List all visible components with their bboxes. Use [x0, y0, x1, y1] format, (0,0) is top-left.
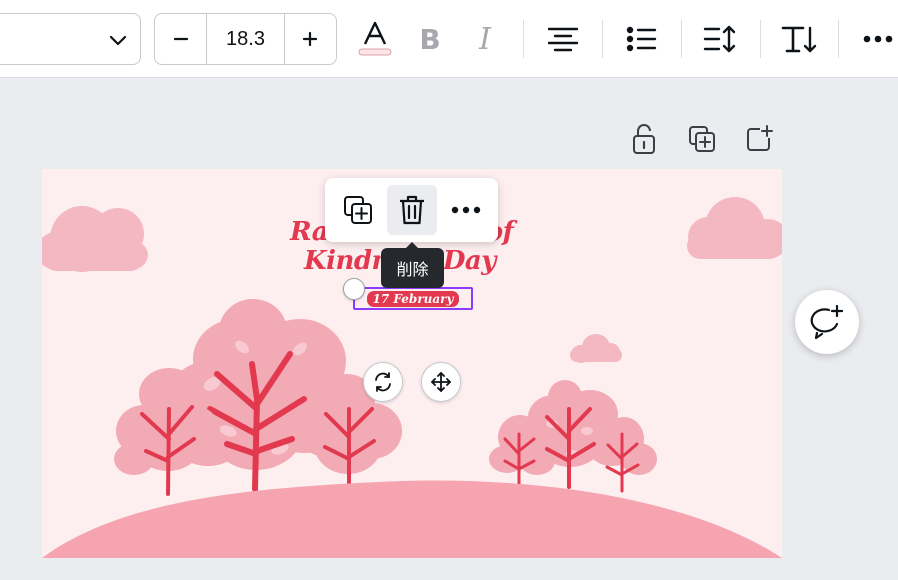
selected-date-text-box[interactable]: 17 February: [353, 287, 473, 310]
align-center-icon: [547, 27, 579, 52]
divider: [523, 20, 524, 58]
cloud: [570, 334, 622, 363]
bold-button[interactable]: B: [410, 18, 450, 60]
list-button[interactable]: [621, 18, 661, 60]
tree-group-right: [489, 380, 657, 493]
bold-icon: B: [419, 22, 441, 56]
divider: [681, 20, 682, 58]
element-context-menu: [325, 178, 498, 242]
chevron-down-icon: [109, 35, 127, 46]
duplicate-icon: [689, 126, 715, 152]
more-element-options-button[interactable]: [441, 185, 491, 235]
add-comment-icon: [810, 304, 844, 340]
rotate-icon: [375, 372, 391, 392]
cloud: [42, 206, 148, 272]
italic-icon: I: [479, 21, 491, 57]
duplicate-page-button[interactable]: [686, 122, 718, 156]
rotate-button[interactable]: [363, 362, 403, 402]
more-horizontal-icon: [863, 35, 893, 43]
add-page-icon: [747, 125, 773, 151]
alignment-button[interactable]: [543, 18, 583, 60]
text-color-icon: [358, 21, 392, 56]
text-color-button[interactable]: [355, 18, 395, 60]
font-size-stepper: 18.3: [154, 13, 337, 65]
bullet-list-icon: [626, 26, 657, 52]
trash-icon: [400, 195, 424, 225]
lock-page-button[interactable]: [628, 122, 660, 156]
date-label: 17 February: [366, 290, 460, 307]
increase-font-size-button[interactable]: [285, 14, 336, 64]
delete-element-button[interactable]: [387, 185, 437, 235]
text-direction-icon: [781, 26, 817, 53]
add-comment-button[interactable]: [795, 290, 859, 354]
line-spacing-icon: [703, 25, 736, 53]
spacing-button[interactable]: [700, 18, 740, 60]
unlock-icon: [633, 124, 655, 154]
plus-icon: [303, 31, 318, 47]
duplicate-element-button[interactable]: [333, 185, 383, 235]
font-size-input[interactable]: 18.3: [206, 14, 285, 64]
text-toolbar: 18.3 B I: [0, 0, 898, 78]
minus-icon: [173, 37, 188, 41]
divider: [760, 20, 761, 58]
font-family-dropdown[interactable]: [0, 13, 141, 65]
hill: [42, 480, 782, 558]
more-options-button[interactable]: [858, 18, 898, 60]
divider: [838, 20, 839, 58]
resize-handle[interactable]: [343, 278, 365, 300]
italic-button[interactable]: I: [465, 18, 505, 60]
move-button[interactable]: [421, 362, 461, 402]
duplicate-icon: [344, 196, 372, 224]
add-page-button[interactable]: [743, 122, 775, 156]
delete-tooltip: 削除: [381, 242, 444, 288]
more-horizontal-icon: [451, 206, 481, 214]
decrease-font-size-button[interactable]: [155, 14, 206, 64]
divider: [602, 20, 603, 58]
vertical-text-button[interactable]: [779, 18, 819, 60]
cloud: [687, 197, 782, 259]
move-arrows-icon: [431, 372, 451, 392]
